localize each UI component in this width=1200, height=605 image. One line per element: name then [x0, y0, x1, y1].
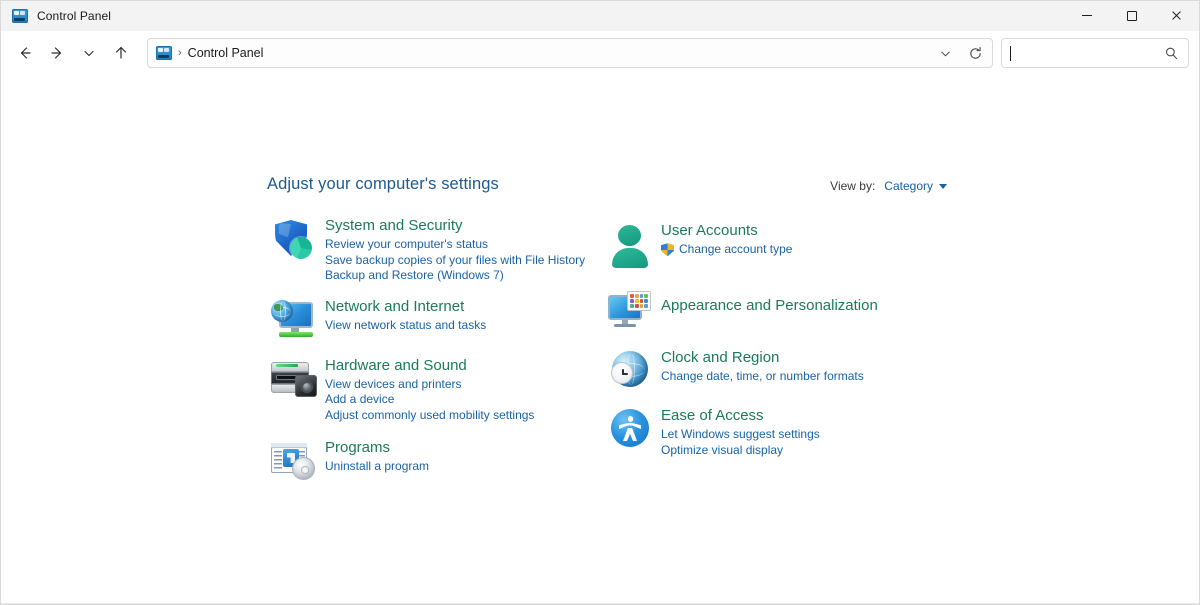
- arrow-left-icon: [20, 47, 31, 59]
- category-ease-of-access: Ease of Access Let Windows suggest setti…: [599, 405, 939, 458]
- category-icon[interactable]: [263, 355, 325, 424]
- minimize-button[interactable]: [1064, 1, 1109, 31]
- category-network-and-internet: Network and Internet View network status…: [263, 296, 593, 341]
- category-programs: Programs Uninstall a program: [263, 437, 593, 482]
- breadcrumb-control-panel-icon: [156, 46, 172, 60]
- ease-of-access-icon: [609, 408, 651, 450]
- category-title[interactable]: Hardware and Sound: [325, 356, 467, 375]
- chevron-down-icon: [939, 183, 947, 189]
- address-dropdown-button[interactable]: [930, 39, 960, 67]
- category-body: Ease of Access Let Windows suggest setti…: [661, 405, 820, 458]
- address-bar-actions: [930, 39, 990, 67]
- category-link-label: Change account type: [679, 242, 793, 256]
- view-by-dropdown[interactable]: Category: [884, 179, 947, 193]
- category-icon[interactable]: [599, 347, 661, 392]
- view-by-label: View by:: [830, 179, 876, 193]
- breadcrumb-separator: ›: [178, 47, 182, 59]
- control-panel-icon: [12, 8, 28, 23]
- view-by-control: View by: Category: [830, 179, 947, 193]
- maximize-icon: [1126, 10, 1137, 21]
- category-link[interactable]: Change date, time, or number formats: [661, 369, 864, 385]
- refresh-button[interactable]: [960, 39, 990, 67]
- category-icon[interactable]: [263, 296, 325, 341]
- category-link[interactable]: Let Windows suggest settings: [661, 427, 820, 443]
- right-column: User Accounts Change account type Appear…: [599, 220, 939, 463]
- printer-speaker-icon: [269, 358, 319, 400]
- category-icon[interactable]: [263, 437, 325, 482]
- close-icon: [1171, 10, 1182, 21]
- category-user-accounts: User Accounts Change account type: [599, 220, 939, 268]
- breadcrumb[interactable]: › Control Panel: [156, 46, 930, 60]
- category-link[interactable]: Uninstall a program: [325, 459, 429, 475]
- window-title: Control Panel: [37, 8, 112, 23]
- chevron-down-icon: [940, 51, 950, 56]
- category-icon[interactable]: [263, 215, 325, 284]
- category-title[interactable]: Ease of Access: [661, 406, 764, 425]
- breadcrumb-path[interactable]: Control Panel: [188, 46, 264, 60]
- category-body: Network and Internet View network status…: [325, 296, 486, 341]
- category-title[interactable]: Network and Internet: [325, 297, 464, 316]
- appearance-monitor-icon: [607, 290, 653, 332]
- category-icon[interactable]: [599, 405, 661, 458]
- content-area: Adjust your computer's settings View by:…: [1, 75, 1199, 604]
- view-by-value: Category: [884, 179, 933, 193]
- category-appearance-and-personalization: Appearance and Personalization: [599, 287, 939, 332]
- back-button[interactable]: [9, 37, 41, 69]
- navigation-bar: › Control Panel: [1, 31, 1199, 75]
- category-link[interactable]: View network status and tasks: [325, 318, 486, 334]
- network-monitor-globe-icon: [271, 299, 317, 341]
- maximize-button[interactable]: [1109, 1, 1154, 31]
- category-body: Appearance and Personalization: [661, 287, 878, 332]
- category-title[interactable]: User Accounts: [661, 221, 758, 240]
- search-button[interactable]: [1158, 40, 1184, 66]
- search-box[interactable]: [1001, 38, 1189, 68]
- category-body: Programs Uninstall a program: [325, 437, 429, 482]
- address-bar[interactable]: › Control Panel: [147, 38, 993, 68]
- search-caret: [1010, 45, 1011, 61]
- category-system-and-security: System and Security Review your computer…: [263, 215, 593, 284]
- programs-disc-icon: [270, 440, 318, 482]
- uac-shield-icon: [661, 243, 674, 257]
- category-icon[interactable]: [599, 220, 661, 268]
- arrow-right-icon: [51, 47, 62, 59]
- minimize-icon: [1081, 15, 1092, 16]
- category-link[interactable]: Change account type: [661, 242, 792, 258]
- category-body: Hardware and Sound View devices and prin…: [325, 355, 534, 424]
- title-bar-left: Control Panel: [1, 8, 112, 23]
- category-link[interactable]: Save backup copies of your files with Fi…: [325, 253, 585, 269]
- page-title: Adjust your computer's settings: [267, 175, 499, 193]
- window-controls: [1064, 1, 1199, 31]
- category-icon[interactable]: [599, 287, 661, 332]
- forward-button[interactable]: [41, 37, 73, 69]
- category-title[interactable]: Appearance and Personalization: [661, 296, 878, 315]
- category-link[interactable]: View devices and printers: [325, 377, 534, 393]
- user-account-icon: [610, 223, 650, 268]
- category-link[interactable]: Backup and Restore (Windows 7): [325, 268, 585, 284]
- shield-icon: [273, 218, 315, 262]
- category-title[interactable]: Programs: [325, 438, 390, 457]
- category-title[interactable]: System and Security: [325, 216, 463, 235]
- recent-locations-button[interactable]: [73, 37, 105, 69]
- title-bar: Control Panel: [1, 1, 1199, 31]
- refresh-icon: [969, 46, 981, 59]
- left-column: System and Security Review your computer…: [263, 215, 593, 487]
- search-icon: [1165, 47, 1177, 59]
- category-body: Clock and Region Change date, time, or n…: [661, 347, 864, 392]
- close-button[interactable]: [1154, 1, 1199, 31]
- arrow-up-icon: [115, 46, 127, 59]
- category-link[interactable]: Review your computer's status: [325, 237, 585, 253]
- chevron-down-icon: [84, 50, 94, 57]
- bottom-divider: [1, 603, 1199, 604]
- category-title[interactable]: Clock and Region: [661, 348, 779, 367]
- category-link[interactable]: Add a device: [325, 392, 534, 408]
- category-link[interactable]: Optimize visual display: [661, 443, 820, 459]
- category-clock-and-region: Clock and Region Change date, time, or n…: [599, 347, 939, 392]
- category-hardware-and-sound: Hardware and Sound View devices and prin…: [263, 355, 593, 424]
- up-button[interactable]: [105, 37, 137, 69]
- category-body: System and Security Review your computer…: [325, 215, 585, 284]
- category-body: User Accounts Change account type: [661, 220, 792, 267]
- clock-globe-icon: [609, 350, 651, 392]
- category-link[interactable]: Adjust commonly used mobility settings: [325, 408, 534, 424]
- control-panel-window: Control Panel › Control Panel Adjust you…: [0, 0, 1200, 605]
